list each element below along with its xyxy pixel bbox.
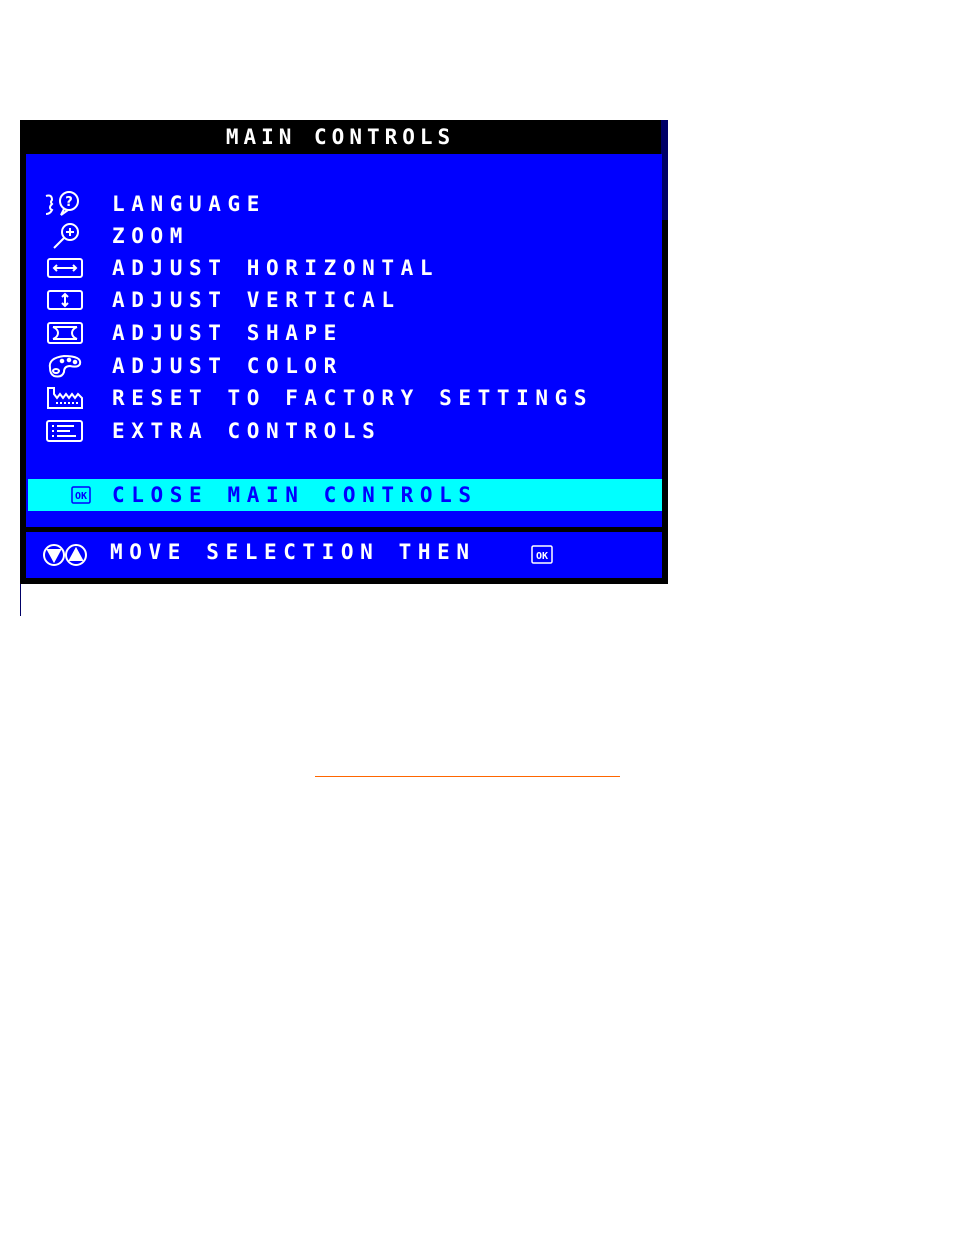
svg-text:OK: OK [75,491,87,502]
menu-item-reset-factory-settings[interactable]: RESET TO FACTORY SETTINGS [26,382,662,414]
osd-frame-edge [661,120,668,220]
svg-text:OK: OK [536,551,548,562]
osd-footer: MOVE SELECTION THEN OK [26,532,662,578]
menu-item-extra-controls[interactable]: EXTRA CONTROLS [26,415,662,447]
menu-item-label: RESET TO FACTORY SETTINGS [112,386,594,410]
palette-icon [42,352,86,380]
menu-item-label: EXTRA CONTROLS [112,419,382,443]
menu-item-adjust-horizontal[interactable]: ADJUST HORIZONTAL [26,252,662,284]
footer-instruction: MOVE SELECTION THEN [110,540,476,564]
menu-item-adjust-vertical[interactable]: ADJUST VERTICAL [26,284,662,316]
ok-icon: OK [58,481,102,509]
ok-icon: OK [528,541,556,569]
svg-text:?: ? [65,195,73,210]
menu-item-label: ADJUST COLOR [112,354,343,378]
menu-item-label: LANGUAGE [112,192,266,216]
menu-item-zoom[interactable]: ZOOM [26,220,662,252]
zoom-icon [42,222,86,250]
menu-item-language[interactable]: ? LANGUAGE [26,188,662,220]
vertical-arrows-icon [42,286,86,314]
osd-menu: ? LANGUAGE ZOOM ADJUST HORIZONTAL ADJUST… [26,154,662,527]
down-up-arrows-icon [42,541,90,569]
osd-main-controls-window: MAIN CONTROLS ? LANGUAGE ZOOM ADJUST HOR… [20,120,668,584]
shape-icon [42,319,86,347]
menu-item-label: ZOOM [112,224,189,248]
menu-item-adjust-color[interactable]: ADJUST COLOR [26,350,662,382]
menu-item-label: ADJUST SHAPE [112,321,343,345]
menu-item-label: ADJUST VERTICAL [112,288,401,312]
horizontal-arrows-icon [42,254,86,282]
language-icon: ? [42,190,86,218]
menu-item-adjust-shape[interactable]: ADJUST SHAPE [26,317,662,349]
menu-item-label: ADJUST HORIZONTAL [112,256,440,280]
factory-icon [42,384,86,412]
menu-item-label: CLOSE MAIN CONTROLS [112,483,478,507]
list-icon [42,417,86,445]
orange-divider [315,776,620,777]
osd-title: MAIN CONTROLS [225,125,456,149]
menu-item-close-main-controls[interactable]: OK CLOSE MAIN CONTROLS [28,479,662,511]
